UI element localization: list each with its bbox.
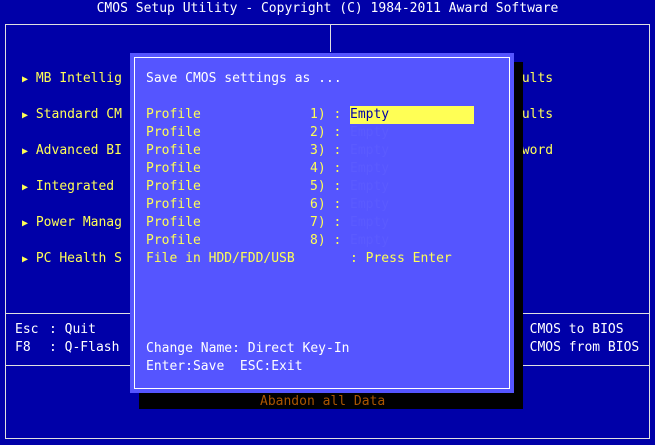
menu-item-standard-cmos[interactable]: ▶ Standard CM [22,106,122,125]
profile-label: Profile [146,125,201,140]
profile-number: 5) : [310,179,342,194]
profile-value[interactable]: Empty [350,124,389,142]
profile-label: Profile [146,107,201,122]
profile-label: Profile [146,197,201,212]
menu-item-label: Standard CM [35,107,122,122]
menu-item-label: Power Manag [35,215,122,230]
menu-item-label: PC Health S [35,251,122,266]
menu-item-power-management[interactable]: ▶ Power Manag [22,214,122,233]
file-option-label: File in HDD/FDD/USB [146,251,295,266]
file-option-value: : Press Enter [350,251,452,266]
profile-label: Profile [146,233,201,248]
profile-label: Profile [146,143,201,158]
profile-number: 7) : [310,215,342,230]
profile-value-selected[interactable]: Empty [350,106,474,124]
triangle-right-icon: ▶ [22,146,29,157]
profile-number: 1) : [310,107,342,122]
dialog-title: Save CMOS settings as ... [146,71,342,86]
profile-number: 4) : [310,161,342,176]
profile-value[interactable]: Empty [350,214,389,232]
profile-value[interactable]: Empty [350,178,389,196]
triangle-right-icon: ▶ [22,218,29,229]
triangle-right-icon: ▶ [22,74,29,85]
menu-item-label: Integrated [35,179,115,194]
menu-item-integrated-peripherals[interactable]: ▶ Integrated [22,178,114,197]
triangle-right-icon: ▶ [22,182,29,193]
profile-number: 2) : [310,125,342,140]
window-title: CMOS Setup Utility - Copyright (C) 1984-… [96,1,559,16]
help-load-cmos-from-bios: d CMOS from BIOS [514,340,640,355]
profile-number: 8) : [310,233,342,248]
profile-label: Profile [146,215,201,230]
help-key-f8: F8 [15,340,31,355]
menu-item-advanced-bios[interactable]: ▶ Advanced BI [22,142,122,161]
menu-item-label: MB Intellig [35,71,122,86]
center-divider [330,24,331,52]
profile-label: Profile [146,161,201,176]
menu-item-label: Advanced BI [35,143,122,158]
help-save-cmos-to-bios: e CMOS to BIOS [514,322,624,337]
triangle-right-icon: ▶ [22,110,29,121]
abandon-status-text: Abandon all Data [260,394,386,409]
profile-number: 3) : [310,143,342,158]
help-desc-q-flash: : Q-Flash [49,340,120,355]
profile-value[interactable]: Empty [350,232,389,250]
profile-value[interactable]: Empty [350,160,389,178]
profile-number: 6) : [310,197,342,212]
save-cmos-dialog: Save CMOS settings as ... Profile 1) : E… [130,53,514,393]
triangle-right-icon: ▶ [22,254,29,265]
profile-value[interactable]: Empty [350,142,389,160]
key-hint: Enter:Save ESC:Exit [146,359,303,374]
menu-item-pc-health-status[interactable]: ▶ PC Health S [22,250,122,269]
change-name-hint: Change Name: Direct Key-In [146,341,350,356]
profile-label: Profile [146,179,201,194]
menu-item-mb-intelligent-tweaker[interactable]: ▶ MB Intellig [22,70,122,89]
profile-value[interactable]: Empty [350,196,389,214]
help-key-esc: Esc [15,322,39,337]
help-desc-quit: : Quit [49,322,96,337]
